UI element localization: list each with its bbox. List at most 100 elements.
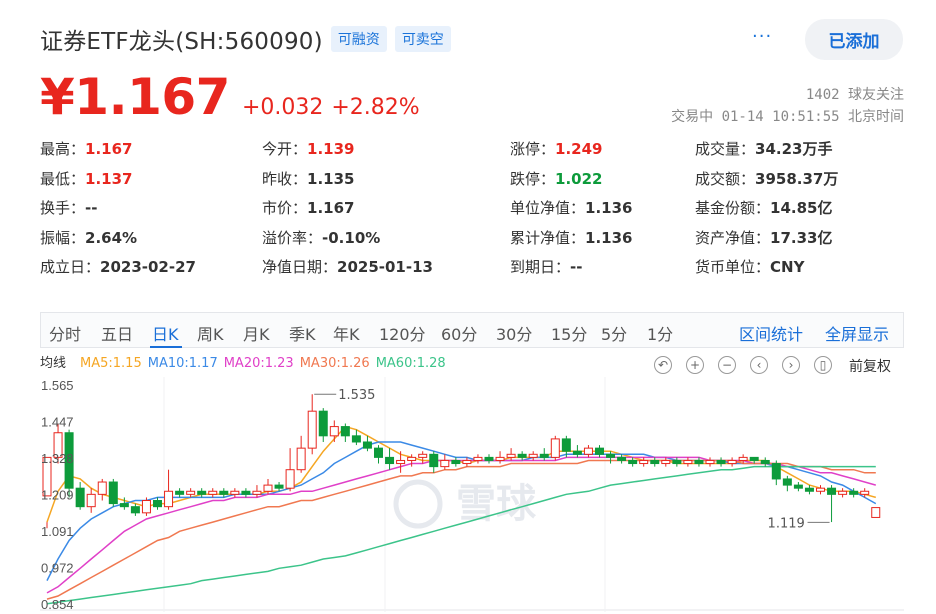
annotation-min-label: 1.119 bbox=[768, 516, 805, 531]
ma-legend-item: MA60:1.28 bbox=[375, 356, 446, 371]
tab-period[interactable]: 日K bbox=[152, 321, 179, 345]
stat-value: 2023-02-27 bbox=[100, 258, 196, 276]
zoom-out-icon[interactable]: − bbox=[718, 356, 736, 374]
candle-body bbox=[816, 487, 825, 492]
candle-body bbox=[539, 453, 549, 458]
stat-value: 34.23万手 bbox=[755, 140, 833, 158]
candle-body bbox=[572, 450, 582, 455]
candle-body bbox=[285, 469, 295, 489]
stat-label: 换手： bbox=[40, 199, 86, 217]
stat-value: 1.136 bbox=[585, 228, 633, 247]
candle-body bbox=[716, 459, 726, 465]
candle-body bbox=[418, 453, 428, 458]
price-change-pct: +2.82% bbox=[331, 95, 420, 120]
tab-period[interactable]: 周K bbox=[197, 321, 224, 345]
stat-label: 涨停： bbox=[510, 140, 556, 158]
followers-count: 1402 球友关注 bbox=[805, 87, 904, 103]
tag-margin[interactable]: 可融资 bbox=[330, 26, 387, 52]
tab-period[interactable]: 1分 bbox=[647, 321, 673, 345]
undo-icon[interactable]: ↶ bbox=[654, 356, 672, 374]
candle-body bbox=[351, 435, 361, 443]
candle-body bbox=[252, 490, 262, 495]
candle-body bbox=[473, 456, 483, 461]
stat-item: 累计净值：1.136 bbox=[510, 227, 632, 248]
y-axis-tick: 1.209 bbox=[41, 488, 74, 503]
candle-body bbox=[296, 447, 306, 471]
chevron-left-icon[interactable]: ‹ bbox=[750, 356, 768, 374]
stat-label: 累计净值： bbox=[510, 228, 586, 247]
tag-short[interactable]: 可卖空 bbox=[394, 26, 451, 52]
candle-body bbox=[727, 459, 737, 465]
tab-period[interactable]: 季K bbox=[289, 321, 316, 345]
stat-label: 最高： bbox=[40, 140, 86, 158]
added-button[interactable]: 已添加 bbox=[805, 19, 903, 60]
stat-item: 净值日期：2025-01-13 bbox=[262, 256, 433, 277]
stat-value: 2025-01-13 bbox=[337, 258, 433, 276]
candle-body bbox=[528, 453, 538, 458]
stat-item: 单位净值：1.136 bbox=[510, 197, 632, 218]
kline-chart[interactable]: 雪球 1.565 1.447 1.328 1.209 1.091 0.972 0.854 1.5… bbox=[0, 372, 936, 614]
candle-body bbox=[650, 459, 660, 465]
candle-body bbox=[164, 490, 174, 508]
chevron-right-icon[interactable]: › bbox=[782, 356, 800, 374]
stat-item: 今开：1.139 bbox=[262, 138, 354, 159]
stat-value: 1.139 bbox=[307, 140, 355, 158]
candle-body bbox=[362, 441, 372, 449]
tab-period[interactable]: 五日 bbox=[101, 321, 133, 345]
stat-value: 1.167 bbox=[85, 140, 133, 158]
candle-body bbox=[760, 459, 770, 465]
candle-body bbox=[550, 438, 560, 458]
candle-body bbox=[86, 493, 96, 508]
title-row: 证券ETF龙头(SH:560090) 可融资 可卖空 bbox=[40, 22, 451, 56]
candle-body bbox=[130, 506, 140, 514]
range-stats-button[interactable]: 区间统计 bbox=[739, 321, 803, 345]
tab-period[interactable]: 30分 bbox=[496, 321, 532, 345]
stat-label: 成交量： bbox=[695, 140, 756, 158]
tab-period[interactable]: 15分 bbox=[551, 321, 587, 345]
stat-item: 昨收：1.135 bbox=[262, 168, 354, 189]
tab-period[interactable]: 分时 bbox=[49, 321, 81, 345]
candle-body bbox=[683, 459, 693, 465]
stat-value: -- bbox=[85, 199, 98, 217]
candle-body bbox=[374, 447, 383, 458]
fullscreen-button[interactable]: 全屏显示 bbox=[825, 321, 889, 345]
stat-item: 成立日：2023-02-27 bbox=[40, 256, 196, 277]
tab-period[interactable]: 月K bbox=[243, 321, 270, 345]
annotation-max-label: 1.535 bbox=[338, 388, 375, 403]
candle-body bbox=[263, 484, 273, 492]
stat-item: 成交额：3958.37万 bbox=[695, 168, 838, 189]
watermark-text: 雪球 bbox=[456, 481, 537, 527]
tab-period[interactable]: 年K bbox=[333, 321, 360, 345]
stat-label: 资产净值： bbox=[695, 228, 771, 247]
stat-label: 溢价率： bbox=[262, 228, 323, 247]
candle-body bbox=[495, 456, 505, 461]
candle-body bbox=[738, 456, 748, 461]
stat-item: 基金份额：14.85亿 bbox=[695, 197, 832, 218]
stat-value: 1.136 bbox=[585, 199, 633, 217]
tab-period[interactable]: 60分 bbox=[441, 321, 477, 345]
y-axis-tick: 1.565 bbox=[41, 378, 74, 393]
tab-period[interactable]: 120分 bbox=[379, 321, 426, 345]
tab-period[interactable]: 5分 bbox=[601, 321, 627, 345]
stat-item: 换手：-- bbox=[40, 197, 97, 218]
candle-body bbox=[141, 500, 151, 514]
candle-body bbox=[307, 410, 317, 449]
stat-label: 今开： bbox=[262, 140, 308, 158]
stat-value: 1.022 bbox=[555, 169, 603, 188]
stat-value: 17.33亿 bbox=[770, 228, 833, 247]
stat-item: 成交量：34.23万手 bbox=[695, 138, 832, 159]
trading-status: 交易中 01-14 10:51:55 北京时间 bbox=[671, 109, 904, 125]
candle-body bbox=[329, 426, 339, 437]
candle-body bbox=[274, 484, 284, 489]
candle-body bbox=[661, 459, 671, 465]
candle-body bbox=[517, 453, 527, 458]
more-icon[interactable]: ··· bbox=[752, 26, 772, 47]
y-axis-tick: 1.091 bbox=[41, 524, 74, 539]
candle-type-icon[interactable]: ▯ bbox=[814, 356, 832, 374]
candle-body bbox=[617, 456, 627, 461]
price-row: ¥1.167 +0.032 +2.82% bbox=[40, 68, 420, 126]
zoom-in-icon[interactable]: + bbox=[686, 356, 704, 374]
candle-body bbox=[340, 426, 350, 437]
candle-body bbox=[782, 478, 792, 486]
candle-body bbox=[804, 487, 814, 492]
